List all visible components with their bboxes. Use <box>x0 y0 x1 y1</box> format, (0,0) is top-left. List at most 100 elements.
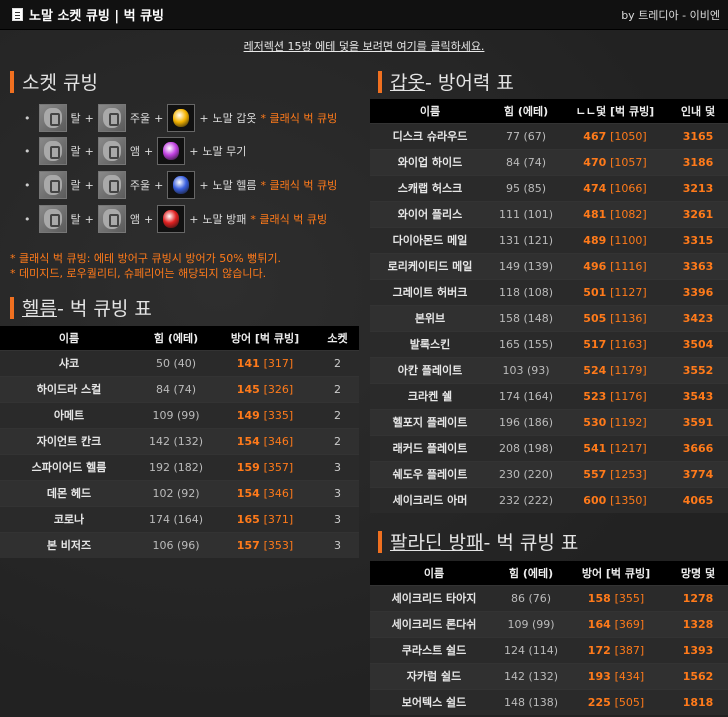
item-name: 샤코 <box>0 349 138 376</box>
helm-section-title: 헬름 - 벅 큐빙 표 <box>10 294 152 321</box>
rune-icon <box>97 104 126 132</box>
item-def-value: 541 <box>583 441 607 455</box>
item-def: 159 [357] <box>214 453 316 480</box>
item-str: 84 (74) <box>490 148 562 175</box>
item-buck-value: [355] <box>614 591 645 605</box>
bullet: • <box>24 144 31 158</box>
item-buck-value: [1179] <box>610 363 647 377</box>
rune1-label: 랄 <box>70 179 81 192</box>
table-row: 디스크 슈라우드 77 (67) 467 [1050] 3165 <box>370 122 728 149</box>
col-ext: 인내 덫 <box>668 99 728 123</box>
page-title: 노말 소켓 큐빙 | 벅 큐빙 <box>12 5 164 24</box>
table-row: 로리케이티드 메일 149 (139) 496 [1116] 3363 <box>370 252 728 279</box>
item-name: 다이아몬드 메일 <box>370 226 490 253</box>
result-label: 노말 방패 <box>202 213 247 226</box>
item-def: 489 [1100] <box>562 226 668 253</box>
gem-icon <box>157 137 186 165</box>
item-def-value: 164 <box>587 617 611 631</box>
table-row: 자카럼 쉴드 142 (132) 193 [434] 1562 <box>370 662 728 689</box>
item-def-value: 145 <box>236 382 260 396</box>
gem-icon <box>167 104 196 132</box>
table-row: 자이언트 칸크 142 (132) 154 [346] 2 <box>0 427 359 454</box>
item-def: 193 [434] <box>564 662 668 689</box>
item-def-value: 530 <box>583 415 607 429</box>
item-str: 142 (132) <box>138 427 214 454</box>
item-def: 496 [1116] <box>562 252 668 279</box>
col-def: ㄴㄴ덫 [벅 큐빙] <box>562 99 668 123</box>
rune-icon <box>97 171 126 199</box>
item-def: 158 [355] <box>564 584 668 611</box>
item-name: 쉐도우 플레이트 <box>370 460 490 487</box>
item-def: 474 [1066] <box>562 174 668 201</box>
item-socket: 3 <box>316 453 359 480</box>
item-buck-value: [1350] <box>610 493 647 507</box>
item-str: 106 (96) <box>138 531 214 558</box>
item-str: 118 (108) <box>490 278 562 305</box>
item-name: 그레이트 허버크 <box>370 278 490 305</box>
gem-stone <box>173 176 190 194</box>
item-def: 141 [317] <box>214 349 316 376</box>
item-def: 541 [1217] <box>562 434 668 461</box>
table-row: 세이크리드 아머 232 (222) 600 [1350] 4065 <box>370 486 728 513</box>
gem-stone <box>163 210 180 228</box>
rune2-label: 앰 <box>129 145 140 158</box>
item-name: 아메트 <box>0 401 138 428</box>
item-def-value: 149 <box>236 408 260 422</box>
item-name: 스캐랩 허스크 <box>370 174 490 201</box>
resurrection-link[interactable]: 레저렉션 15방 에테 덫을 보려면 여기를 클릭하세요. <box>0 38 728 54</box>
shield-table: 이름 힘 (에테) 방어 [벅 큐빙] 망명 덫 세이크리드 타아지 86 (76… <box>370 561 728 715</box>
item-def: 600 [1350] <box>562 486 668 513</box>
gem-stone <box>173 109 190 127</box>
plus: + <box>189 212 199 226</box>
item-def: 470 [1057] <box>562 148 668 175</box>
col-socket: 소켓 <box>316 326 359 350</box>
item-def-value: 158 <box>587 591 611 605</box>
rune-icon <box>97 205 126 233</box>
table-row: 쿠라스트 쉴드 124 (114) 172 [387] 1393 <box>370 636 728 663</box>
plus: + <box>199 178 209 192</box>
plus: + <box>199 111 209 125</box>
col-str: 힘 (에테) <box>490 99 562 123</box>
item-def-value: 470 <box>583 155 607 169</box>
socket-recipe-row: • 랄 + 앰 + + 노말 무기 <box>24 136 250 166</box>
section-accent-bar <box>378 70 382 93</box>
table-row: 그레이트 허버크 118 (108) 501 [1127] 3396 <box>370 278 728 305</box>
item-def-value: 501 <box>583 285 607 299</box>
item-socket: 2 <box>316 349 359 376</box>
item-socket: 3 <box>316 505 359 532</box>
item-def-value: 154 <box>236 434 260 448</box>
item-name: 스파이어드 헬름 <box>0 453 138 480</box>
item-str: 102 (92) <box>138 479 214 506</box>
item-def: 505 [1136] <box>562 304 668 331</box>
item-def: 157 [353] <box>214 531 316 558</box>
table-row: 아메트 109 (99) 149 [335] 2 <box>0 401 359 428</box>
item-def-value: 165 <box>236 512 260 526</box>
item-buck-value: [1100] <box>610 233 647 247</box>
rune2-label: 주울 <box>129 179 151 192</box>
gem-icon <box>157 205 186 233</box>
result-label: 노말 갑옷 <box>212 112 257 125</box>
table-row: 발록스킨 165 (155) 517 [1163] 3504 <box>370 330 728 357</box>
plus: + <box>143 144 154 158</box>
item-buck-value: [1127] <box>610 285 647 299</box>
classic-note: * 클래식 벅 큐빙 <box>250 213 328 226</box>
item-name: 로리케이티드 메일 <box>370 252 490 279</box>
item-ext: 3315 <box>668 226 728 253</box>
item-def-value: 474 <box>583 181 607 195</box>
item-name: 코로나 <box>0 505 138 532</box>
item-def: 524 [1179] <box>562 356 668 383</box>
col-str: 힘 (에테) <box>138 326 214 350</box>
item-str: 158 (148) <box>490 304 562 331</box>
item-name: 와이어 플리스 <box>370 200 490 227</box>
item-buck-value: [317] <box>263 356 294 370</box>
item-def: 467 [1050] <box>562 122 668 149</box>
document-icon <box>12 8 23 21</box>
item-name: 발록스킨 <box>370 330 490 357</box>
bullet: • <box>24 178 31 192</box>
col-name: 이름 <box>370 561 498 585</box>
item-buck-value: [326] <box>263 382 294 396</box>
item-str: 174 (164) <box>138 505 214 532</box>
item-buck-value: [1082] <box>610 207 647 221</box>
table-row: 스파이어드 헬름 192 (182) 159 [357] 3 <box>0 453 359 480</box>
item-str: 111 (101) <box>490 200 562 227</box>
